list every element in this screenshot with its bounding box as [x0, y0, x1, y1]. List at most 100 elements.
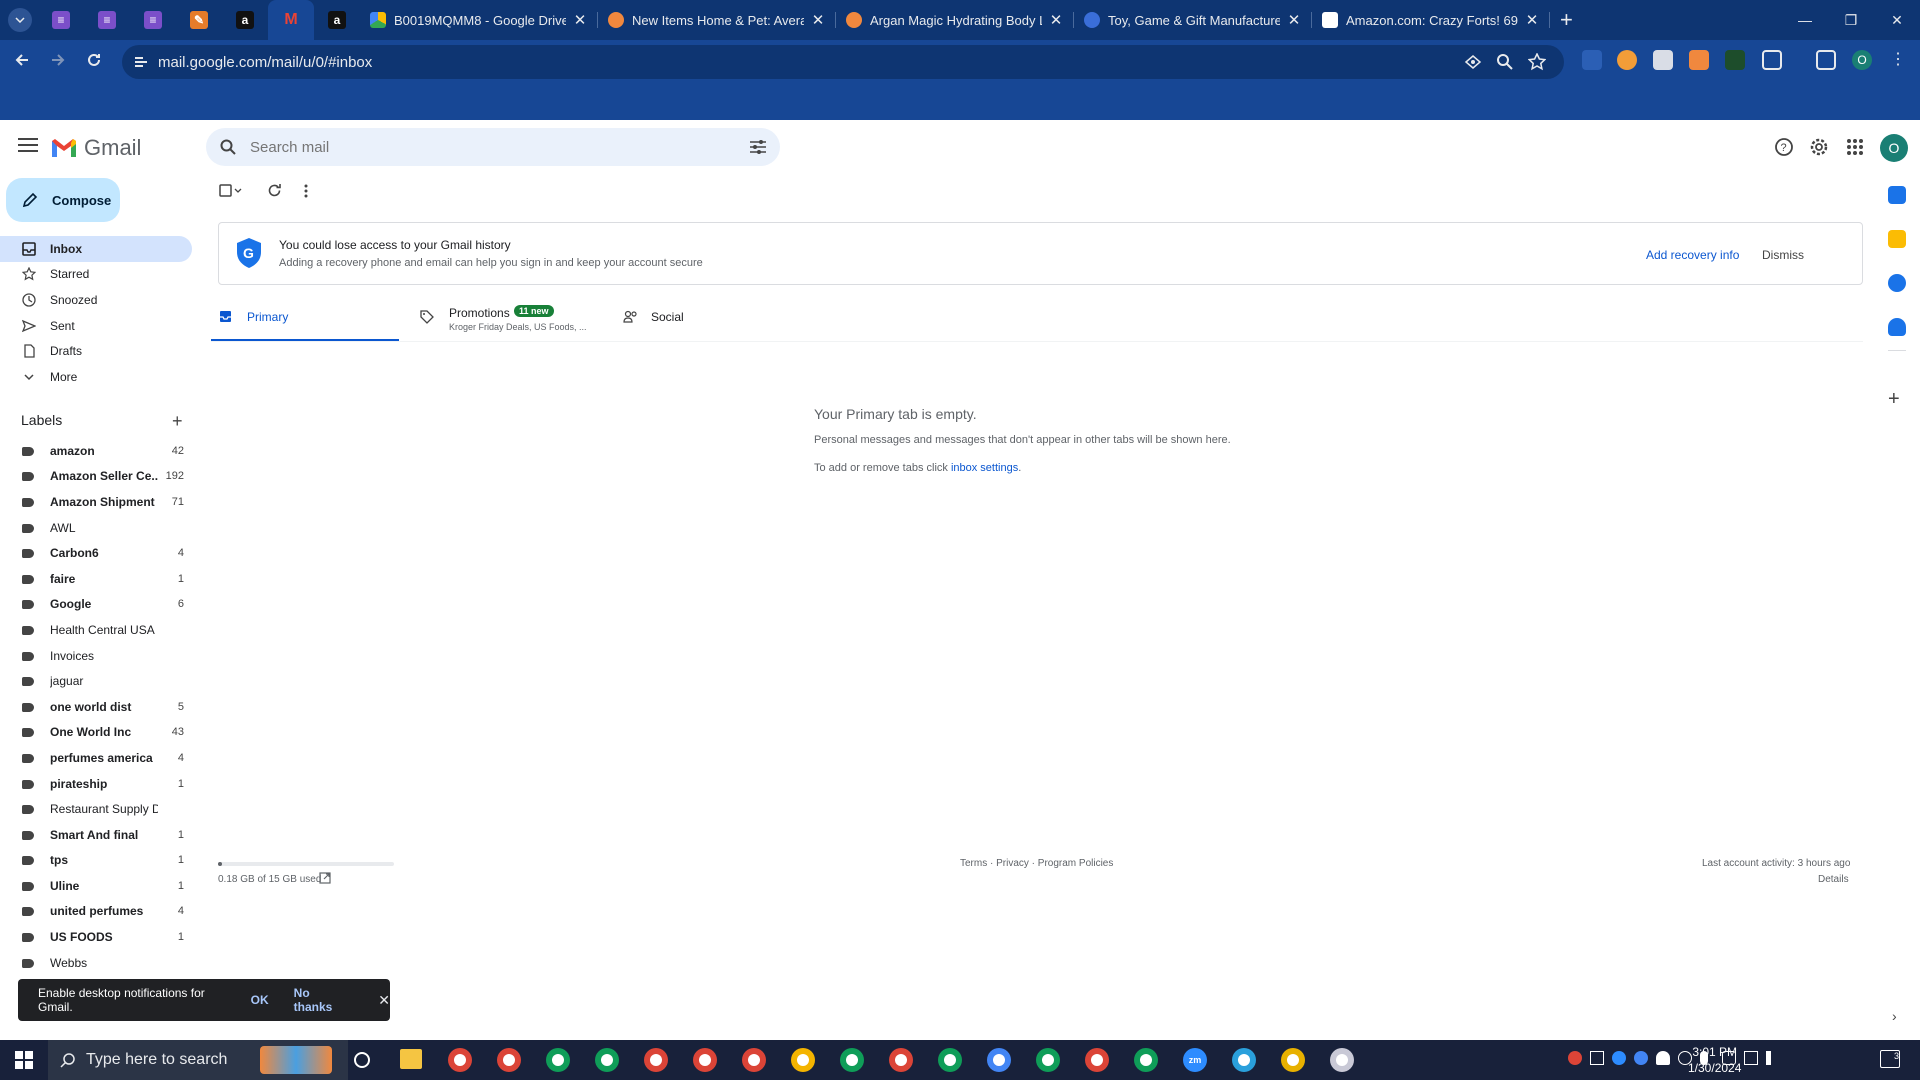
eye-icon[interactable]: [1464, 53, 1482, 71]
label-item[interactable]: pirateship 1: [0, 772, 192, 796]
chrome-profile-icon[interactable]: [889, 1048, 913, 1072]
tab-toy-game[interactable]: Toy, Game & Gift Manufacturer ✕: [1074, 0, 1312, 40]
pinned-tab-forms-3[interactable]: ≡: [130, 0, 176, 40]
label-item[interactable]: jaguar: [0, 669, 192, 693]
notifications-icon[interactable]: 3: [1880, 1050, 1900, 1068]
telegram-icon[interactable]: [1232, 1048, 1256, 1072]
chrome-profile-icon[interactable]: [1036, 1048, 1060, 1072]
label-item[interactable]: faire 1: [0, 567, 192, 591]
tab-promotions[interactable]: Promotions 11 new Kroger Friday Deals, U…: [399, 298, 615, 342]
chrome-profile-icon[interactable]: [448, 1048, 472, 1072]
chrome-profile-icon[interactable]: [791, 1048, 815, 1072]
external-link-icon[interactable]: [319, 872, 331, 884]
close-icon[interactable]: ✕: [572, 11, 588, 29]
tab-google-drive[interactable]: B0019MQMM8 - Google Drive ✕: [360, 0, 598, 40]
main-menu-icon[interactable]: [18, 138, 38, 152]
chrome-profile-icon[interactable]: [693, 1048, 717, 1072]
close-icon[interactable]: ✕: [1524, 11, 1540, 29]
label-item[interactable]: One World Inc 43: [0, 720, 192, 744]
label-item[interactable]: Amazon Shipment 71: [0, 490, 192, 514]
label-item[interactable]: perfumes america 4: [0, 746, 192, 770]
zoom-icon[interactable]: [1496, 53, 1514, 71]
pinned-tab-forms-1[interactable]: ≡: [38, 0, 84, 40]
tray-drive-icon[interactable]: [1656, 1051, 1670, 1065]
label-item[interactable]: Smart And final 1: [0, 823, 192, 847]
help-icon[interactable]: ?: [1773, 136, 1795, 158]
site-info-icon[interactable]: [132, 53, 150, 71]
nav-sent[interactable]: Sent: [0, 313, 192, 339]
tab-search-dropdown[interactable]: [8, 8, 32, 32]
close-icon[interactable]: ✕: [378, 992, 390, 1009]
tab-social[interactable]: Social: [615, 298, 803, 342]
extension-orange-icon[interactable]: [1617, 50, 1637, 70]
select-checkbox-icon[interactable]: [219, 184, 243, 198]
add-addon-icon[interactable]: +: [1888, 388, 1900, 411]
minimize-button[interactable]: —: [1782, 0, 1828, 40]
tab-argan-magic[interactable]: Argan Magic Hydrating Body Lo ✕: [836, 0, 1074, 40]
profile-avatar[interactable]: O: [1852, 50, 1872, 70]
search-input[interactable]: [250, 138, 690, 156]
policy-links[interactable]: Terms · Privacy · Program Policies: [960, 858, 1113, 869]
label-item[interactable]: AWL: [0, 516, 192, 540]
back-button[interactable]: [4, 42, 40, 78]
chrome-profile-icon[interactable]: [742, 1048, 766, 1072]
pinned-tab-amazon-2[interactable]: a: [314, 0, 360, 40]
close-icon[interactable]: ✕: [1048, 11, 1064, 29]
restore-button[interactable]: ❐: [1828, 0, 1874, 40]
contacts-icon[interactable]: [1888, 318, 1906, 336]
taskbar-search[interactable]: Type here to search: [48, 1040, 348, 1080]
chrome-profile-icon[interactable]: [1134, 1048, 1158, 1072]
label-item[interactable]: Amazon Seller Ce... 192: [0, 464, 192, 488]
account-avatar[interactable]: O: [1880, 134, 1908, 162]
new-tab-button[interactable]: +: [1560, 7, 1573, 33]
chrome-profile-icon[interactable]: [1085, 1048, 1109, 1072]
reload-button[interactable]: [76, 42, 112, 78]
keep-icon[interactable]: [1888, 230, 1906, 248]
google-apps-icon[interactable]: [1844, 136, 1866, 158]
network-icon[interactable]: [1744, 1051, 1758, 1065]
nav-snoozed[interactable]: Snoozed: [0, 287, 192, 313]
chrome-profile-icon[interactable]: [497, 1048, 521, 1072]
chrome-profile-icon[interactable]: [840, 1048, 864, 1072]
calendar-icon[interactable]: [1888, 186, 1906, 204]
snackbar-no-thanks-button[interactable]: No thanks: [294, 986, 349, 1014]
dismiss-button[interactable]: Dismiss: [1762, 248, 1804, 262]
label-item[interactable]: Webbs: [0, 951, 192, 975]
cortana-icon[interactable]: [352, 1050, 372, 1070]
add-recovery-info-button[interactable]: Add recovery info: [1646, 248, 1739, 262]
side-panel-icon[interactable]: [1816, 50, 1836, 70]
pinned-tab-gmail[interactable]: M: [268, 0, 314, 40]
address-bar[interactable]: mail.google.com/mail/u/0/#inbox: [122, 45, 1564, 79]
volume-icon[interactable]: [1766, 1051, 1780, 1065]
app-icon[interactable]: [1330, 1048, 1354, 1072]
label-item[interactable]: tps 1: [0, 848, 192, 872]
forward-button[interactable]: [40, 42, 76, 78]
pinned-tab-forms-2[interactable]: ≡: [84, 0, 130, 40]
close-icon[interactable]: ✕: [810, 11, 826, 29]
tray-zoom-icon[interactable]: [1612, 1051, 1626, 1065]
tab-new-items[interactable]: New Items Home & Pet: Averag ✕: [598, 0, 836, 40]
search-options-icon[interactable]: [750, 140, 766, 154]
tray-antivirus-icon[interactable]: [1568, 1051, 1582, 1065]
label-item[interactable]: one world dist 5: [0, 695, 192, 719]
label-item[interactable]: Invoices: [0, 644, 192, 668]
gmail-logo[interactable]: Gmail: [50, 135, 141, 161]
add-label-button[interactable]: +: [172, 411, 183, 432]
file-explorer-icon[interactable]: [400, 1049, 422, 1069]
settings-gear-icon[interactable]: [1808, 136, 1830, 158]
compose-button[interactable]: Compose: [6, 178, 120, 222]
nav-more[interactable]: More: [0, 364, 192, 390]
details-link[interactable]: Details: [1818, 874, 1849, 885]
extension-image-icon[interactable]: [1653, 50, 1673, 70]
windows-start-icon[interactable]: [15, 1051, 33, 1069]
chrome-profile-icon[interactable]: [987, 1048, 1011, 1072]
label-item[interactable]: Health Central USA: [0, 618, 192, 642]
chrome-profile-icon[interactable]: [595, 1048, 619, 1072]
label-item[interactable]: Google 6: [0, 592, 192, 616]
extension-keepa-icon[interactable]: [1725, 50, 1745, 70]
browser-menu-icon[interactable]: ⋮: [1888, 50, 1908, 70]
extension-puzzle-icon[interactable]: [1582, 50, 1602, 70]
label-item[interactable]: Carbon6 4: [0, 541, 192, 565]
close-icon[interactable]: ✕: [1286, 11, 1302, 29]
tray-chrome-icon[interactable]: [1634, 1051, 1648, 1065]
